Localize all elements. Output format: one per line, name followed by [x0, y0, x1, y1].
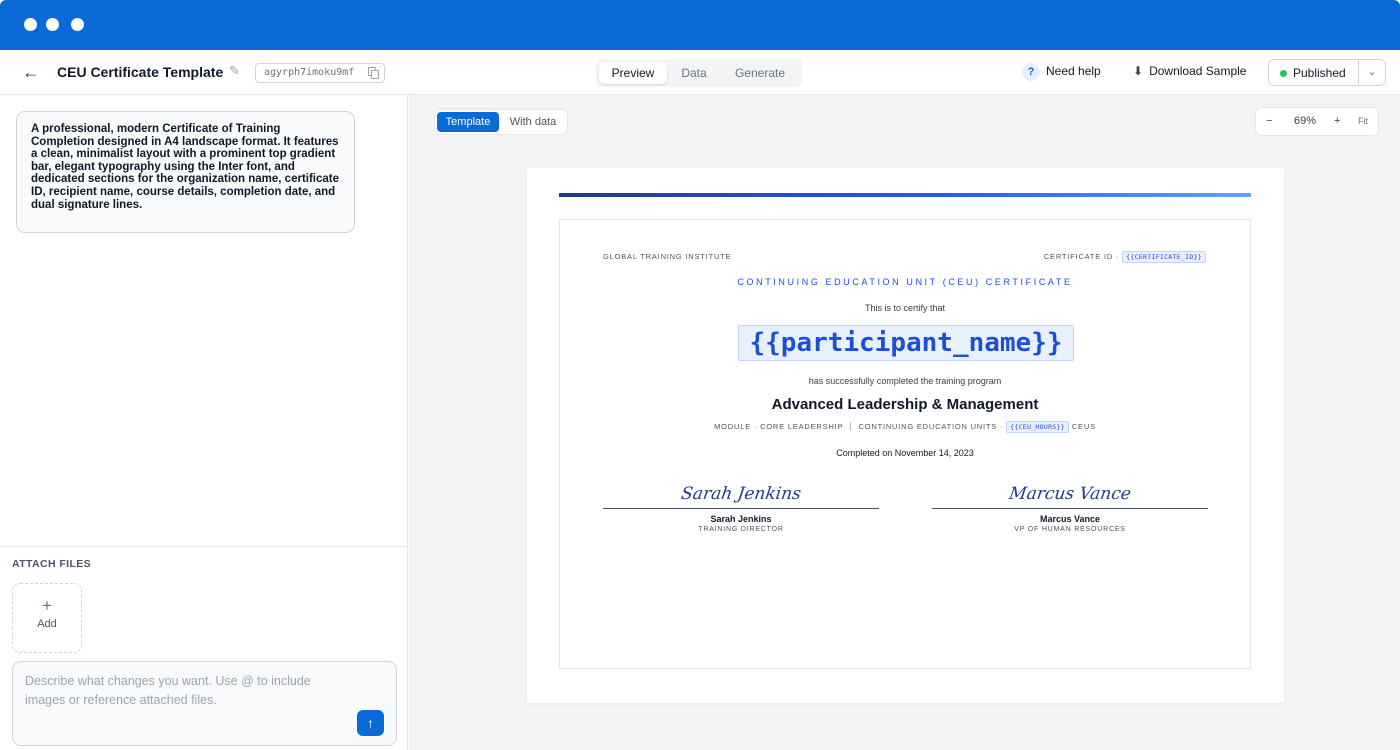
- ceu-label: CONTINUING EDUCATION UNITS ·: [858, 422, 1004, 431]
- module-text: MODULE · CORE LEADERSHIP: [714, 422, 844, 431]
- ceu-hours-variable: {{CEU_HOURS}}: [1006, 421, 1069, 433]
- certificate-id: CERTIFICATE ID · {{CERTIFICATE_ID}}: [1044, 251, 1206, 263]
- download-sample-button[interactable]: ⬇ Download Sample: [1133, 64, 1246, 78]
- mode-toggle: Template With data: [434, 109, 568, 135]
- signature-script: Marcus Vance: [1007, 484, 1133, 504]
- signatory-name: Marcus Vance: [1039, 514, 1101, 524]
- zoom-out-button[interactable]: −: [1266, 115, 1272, 127]
- participant-name-variable: {{participant_name}}: [738, 325, 1074, 361]
- tab-data[interactable]: Data: [668, 62, 720, 84]
- tab-preview[interactable]: Preview: [599, 62, 667, 84]
- signatory-role: TRAINING DIRECTOR: [698, 526, 784, 533]
- view-tabs: Preview Data Generate: [596, 59, 802, 87]
- ceu-suffix: CEUS: [1071, 422, 1096, 431]
- app-header: ← CEU Certificate Template ✎ agyrph7imok…: [0, 50, 1400, 95]
- page-title: CEU Certificate Template: [57, 64, 224, 80]
- divider: [0, 546, 408, 547]
- download-icon: ⬇: [1133, 64, 1144, 78]
- certify-text: This is to certify that: [864, 303, 946, 313]
- published-label: Published: [1293, 66, 1346, 80]
- download-sample-label: Download Sample: [1149, 64, 1247, 78]
- completed-text: has successfully completed the training …: [808, 376, 1002, 386]
- window-titlebar: [0, 0, 1400, 50]
- course-meta: MODULE · CORE LEADERSHIP | CONTINUING EDUC…: [560, 421, 1250, 433]
- prompt-message: A professional, modern Certificate of Tr…: [16, 111, 355, 233]
- changes-input[interactable]: [25, 672, 325, 712]
- gradient-bar: [559, 193, 1251, 197]
- zoom-in-button[interactable]: +: [1334, 115, 1340, 127]
- signatory-name: Sarah Jenkins: [710, 514, 772, 524]
- signature-script: Sarah Jenkins: [679, 484, 803, 504]
- completion-date: Completed on November 14, 2023: [836, 448, 974, 458]
- copy-icon[interactable]: [368, 67, 379, 79]
- publish-status-control: Published ⌄: [1268, 59, 1386, 86]
- zoom-level: 69%: [1294, 115, 1317, 127]
- signature-block-1: Sarah Jenkins Sarah Jenkins TRAINING DIR…: [603, 482, 879, 533]
- published-button[interactable]: Published: [1269, 60, 1358, 85]
- meta-divider: |: [849, 421, 853, 431]
- certificate-frame: GLOBAL TRAINING INSTITUTE CERTIFICATE ID…: [559, 219, 1251, 669]
- back-arrow-icon[interactable]: ←: [22, 62, 40, 82]
- organization-name: GLOBAL TRAINING INSTITUTE: [603, 252, 732, 261]
- need-help-button[interactable]: ? Need help: [1022, 63, 1101, 81]
- left-panel: A professional, modern Certificate of Tr…: [0, 95, 408, 750]
- window-dot-2[interactable]: [46, 18, 59, 31]
- send-arrow-icon[interactable]: ↑: [357, 710, 384, 736]
- chevron-down-icon[interactable]: ⌄: [1359, 60, 1385, 85]
- question-icon: ?: [1022, 63, 1040, 81]
- preview-canvas: Template With data − 69% + Fit GLOBAL TR…: [409, 95, 1400, 750]
- template-id-chip[interactable]: agyrph7imoku9mf: [255, 63, 385, 83]
- certificate-page: GLOBAL TRAINING INSTITUTE CERTIFICATE ID…: [527, 168, 1284, 703]
- attach-files-heading: ATTACH FILES: [12, 558, 92, 570]
- zoom-controls: − 69% + Fit: [1255, 107, 1379, 136]
- signature-line: [932, 508, 1208, 509]
- course-title: Advanced Leadership & Management: [771, 396, 1039, 413]
- plus-icon: +: [42, 596, 52, 615]
- compose-box: ↑: [12, 661, 397, 746]
- mode-template[interactable]: Template: [437, 112, 499, 132]
- status-dot: [1280, 70, 1287, 77]
- signature-line: [603, 508, 879, 509]
- window-dot-3[interactable]: [71, 18, 84, 31]
- template-id: agyrph7imoku9mf: [264, 67, 355, 78]
- need-help-label: Need help: [1046, 64, 1101, 79]
- mode-with-data[interactable]: With data: [501, 112, 565, 132]
- fit-button[interactable]: Fit: [1358, 116, 1368, 126]
- edit-pencil-icon[interactable]: ✎: [229, 63, 240, 79]
- tab-generate[interactable]: Generate: [722, 62, 798, 84]
- certificate-id-label: CERTIFICATE ID ·: [1043, 252, 1120, 261]
- window-dot-1[interactable]: [24, 18, 37, 31]
- signatory-role: VP OF HUMAN RESOURCES: [1014, 526, 1126, 533]
- signature-block-2: Marcus Vance Marcus Vance VP OF HUMAN RE…: [932, 482, 1208, 533]
- certificate-id-variable: {{CERTIFICATE_ID}}: [1122, 251, 1206, 263]
- add-file-button[interactable]: + Add: [12, 583, 82, 653]
- certificate-heading: CONTINUING EDUCATION UNIT (CEU) CERTIFIC…: [737, 277, 1073, 287]
- add-file-label: Add: [37, 618, 57, 630]
